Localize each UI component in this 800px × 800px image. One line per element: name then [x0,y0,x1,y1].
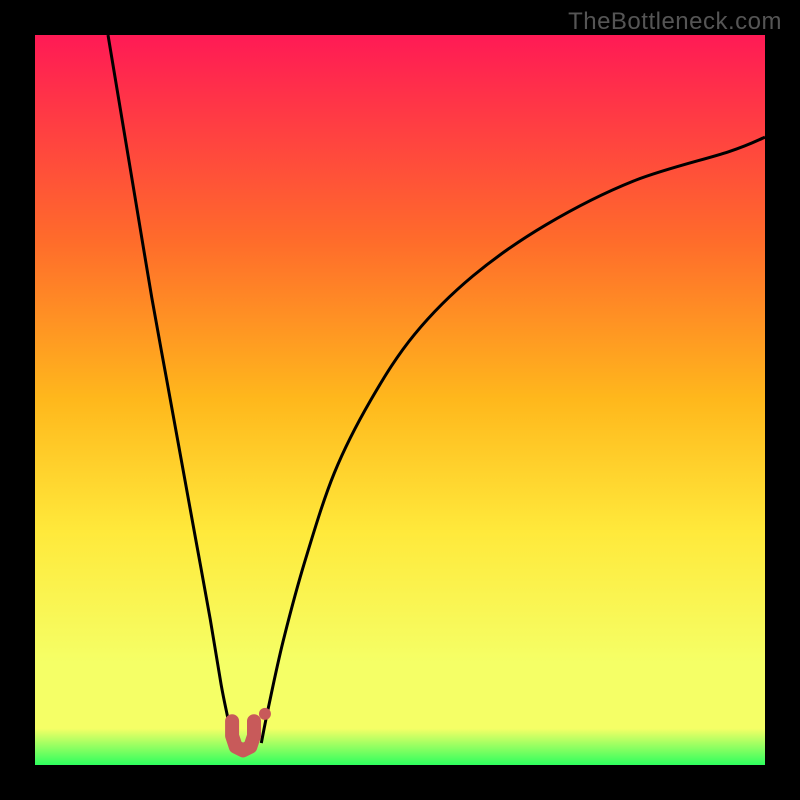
chart-container: TheBottleneck.com [0,0,800,800]
watermark-text: TheBottleneck.com [568,8,782,36]
plot-area [35,35,765,765]
chart-svg [35,35,765,765]
isolated-marker-dot [259,708,271,720]
gradient-background [35,35,765,765]
